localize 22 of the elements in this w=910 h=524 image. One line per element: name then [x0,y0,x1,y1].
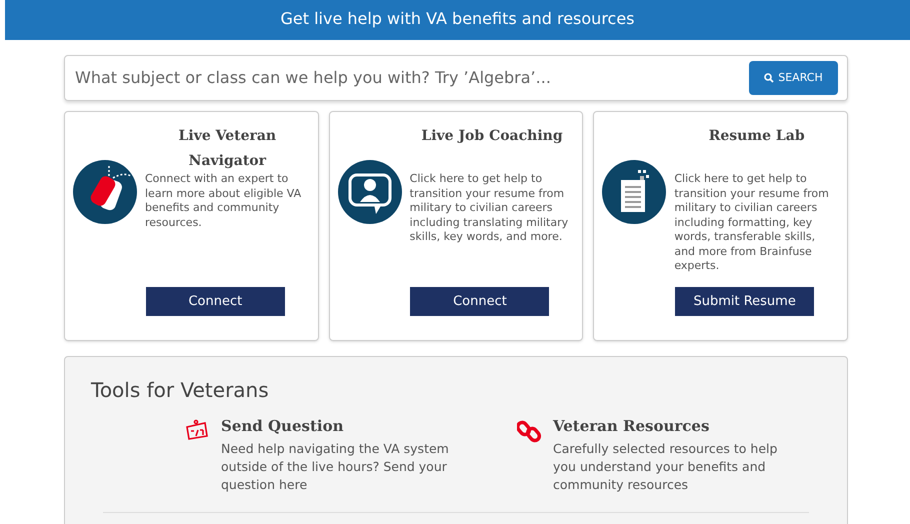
card-description: Click here to get help to transition your resume from military to civilian careers including formatting, key words, transferable skills, and more from Brainfuse experts. [674,172,830,274]
document-icon [602,160,666,224]
link-icon [517,419,541,443]
tool-title[interactable]: Send Question [221,415,461,438]
tool-description: Need help navigating the VA system outside of the live hours? Send your question here [221,440,450,494]
panel-title: Tools for Veterans [91,377,270,404]
card-title: Live Veteran Navigator [178,127,278,171]
card-button[interactable]: Connect [146,287,285,316]
tool-description: Carefully selected resources to help you understand your benefits and community resources [553,440,778,494]
search-icon [764,73,774,83]
search-field[interactable]: What subject or class can we help you with? Try ’Algebra’... SEARCH [64,55,848,101]
card-title: Resume Lab [708,127,806,146]
card-description: Click here to get help to transition your resume from military to civilian careers including translating military skills, key words, and more. [410,172,570,244]
speech-bubble-person-icon [338,160,402,224]
card-title: Live Job Coaching [420,127,564,146]
card-button[interactable]: Submit Resume [675,287,814,316]
search-button[interactable]: SEARCH [749,61,838,95]
card-button[interactable]: Connect [410,287,550,316]
dog-tag-icon [73,160,137,224]
tool-title[interactable]: Veteran Resources [553,415,793,438]
page-banner: Get live help with VA benefits and resources [5,0,910,40]
card-description: Connect with an expert to learn more about eligible VA benefits and community resources. [145,172,302,230]
